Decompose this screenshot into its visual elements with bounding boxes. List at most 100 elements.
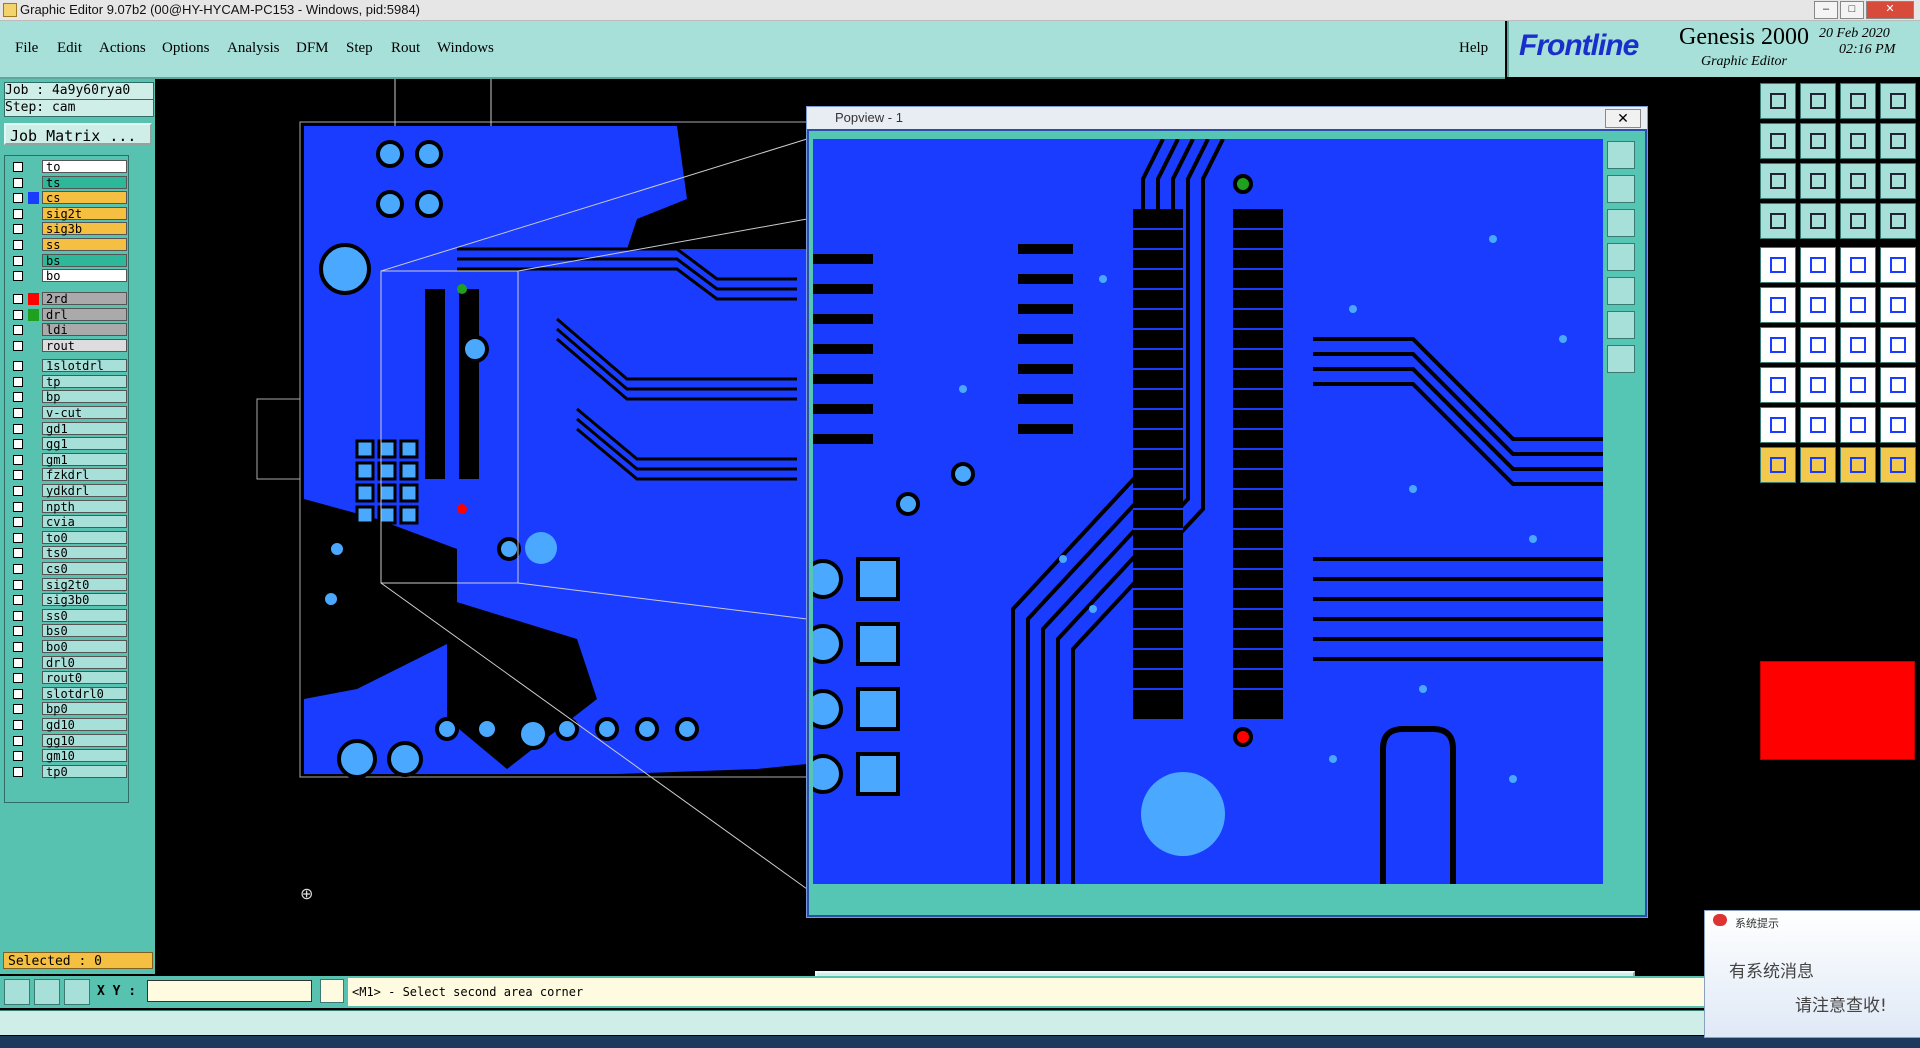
coordinate-input[interactable] [147,980,312,1002]
layer-checkbox[interactable] [13,688,23,699]
layer-checkbox[interactable] [13,376,23,387]
line-icon[interactable] [1800,247,1836,283]
help-icon[interactable] [1880,163,1916,199]
copy-icon[interactable] [1840,287,1876,323]
arc-icon[interactable] [1840,327,1876,363]
scale-icon[interactable] [1840,163,1876,199]
pad-icon[interactable] [1760,247,1796,283]
layer-row[interactable]: cvia [7,515,127,529]
popview-zoom-in-icon[interactable] [1607,175,1635,203]
layer-row[interactable]: bs0 [7,624,127,638]
layer-row[interactable]: ss0 [7,608,127,623]
rotate-icon[interactable] [1880,287,1916,323]
triangle-icon[interactable] [1800,407,1836,443]
layer-checkbox[interactable] [13,408,23,418]
draw-icon[interactable] [1800,327,1836,363]
measure-tool-icon[interactable] [1840,247,1876,283]
layer-row[interactable]: gg1 [7,437,127,451]
select-icon[interactable] [1760,447,1796,483]
layer-checkbox[interactable] [13,517,23,528]
layers-icon[interactable] [1880,203,1916,239]
layer-row[interactable]: drl0 [7,655,127,670]
popview-close-icon[interactable]: ✕ [1605,109,1641,128]
close-window-button[interactable]: ✕ [1866,1,1914,19]
layer-row[interactable]: cs0 [7,562,127,576]
mirror-icon[interactable] [1880,327,1916,363]
grid-toggle-icon[interactable] [1800,203,1836,239]
layer-checkbox[interactable] [13,704,23,715]
layer-row[interactable]: rout0 [7,671,127,685]
layer-checkbox[interactable] [13,532,23,543]
layer-checkbox[interactable] [13,423,23,434]
menu-edit[interactable]: Edit [57,40,82,57]
layer-row[interactable]: sig3b [7,222,127,236]
center-icon[interactable] [1800,163,1836,199]
layer-row[interactable]: slotdrl0 [7,686,127,701]
menu-help[interactable]: Help [1459,40,1488,57]
snap-icon[interactable] [1760,203,1796,239]
route-icon[interactable] [1880,447,1916,483]
layer-checkbox[interactable] [13,309,23,320]
layer-checkbox[interactable] [13,325,23,336]
layer-checkbox[interactable] [13,208,23,219]
layer-checkbox[interactable] [13,392,23,403]
popview-home-icon[interactable] [1607,345,1635,373]
measure-icon[interactable] [34,979,60,1005]
layer-checkbox[interactable] [13,361,23,372]
layer-row[interactable]: 2rd [7,292,127,306]
layer-checkbox[interactable] [13,610,23,621]
layer-row[interactable]: 1slotdrl [7,359,127,373]
edit-icon[interactable] [1760,327,1796,363]
layer-checkbox[interactable] [13,657,23,668]
popview-center-icon[interactable] [1607,311,1635,339]
menu-rout[interactable]: Rout [391,40,420,57]
menu-dfm[interactable]: DFM [296,40,329,57]
layer-row[interactable]: v-cut [7,406,127,420]
layer-checkbox[interactable] [13,255,23,266]
menu-step[interactable]: Step [346,40,373,57]
popview-zoom-fit-icon[interactable] [1607,141,1635,169]
layer-checkbox[interactable] [13,579,23,590]
group-icon[interactable] [1840,367,1876,403]
system-notification[interactable]: 系统提示 有系统消息 请注意查收! [1704,910,1920,1038]
layer-checkbox[interactable] [13,240,23,250]
layer-checkbox[interactable] [13,720,23,730]
open-icon[interactable] [1760,83,1796,119]
layer-checkbox[interactable] [13,486,23,496]
popview-pan-right-icon[interactable] [1607,277,1635,305]
layer-row[interactable]: ts [7,175,127,190]
layer-checkbox[interactable] [13,470,23,481]
layer-row[interactable]: ldi [7,323,127,337]
layer-row[interactable]: ss [7,238,127,252]
layer-row[interactable]: gd1 [7,421,127,436]
resize-icon[interactable] [1760,367,1796,403]
redo-icon[interactable] [1880,123,1916,159]
layer-row[interactable]: gm10 [7,749,127,763]
circle-icon[interactable] [1880,247,1916,283]
layer-checkbox[interactable] [13,548,23,559]
layer-checkbox[interactable] [13,735,23,746]
import-icon[interactable] [1760,123,1796,159]
layer-checkbox[interactable] [13,294,23,304]
layer-row[interactable]: cs [7,191,127,205]
maximize-button[interactable]: □ [1840,1,1864,19]
fit-icon[interactable] [1760,163,1796,199]
query-icon[interactable] [1840,447,1876,483]
layer-checkbox[interactable] [13,224,23,235]
layer-checkbox[interactable] [13,340,23,351]
layer-row[interactable]: npth [7,499,127,514]
layer-row[interactable]: gm1 [7,452,127,467]
window-icon[interactable] [1880,83,1916,119]
layer-checkbox[interactable] [13,271,23,282]
layer-row[interactable]: fzkdrl [7,468,127,482]
layer-row[interactable]: bo [7,269,127,283]
minimize-button[interactable]: – [1814,1,1838,19]
popview-zoom-out-icon[interactable] [1607,209,1635,237]
delete-icon[interactable] [1800,287,1836,323]
layer-checkbox[interactable] [13,454,23,465]
layer-checkbox[interactable] [13,439,23,450]
layer-checkbox[interactable] [13,564,23,574]
layer-row[interactable]: tp [7,374,127,389]
layer-row[interactable]: to0 [7,530,127,545]
layer-row[interactable]: sig3b0 [7,593,127,607]
